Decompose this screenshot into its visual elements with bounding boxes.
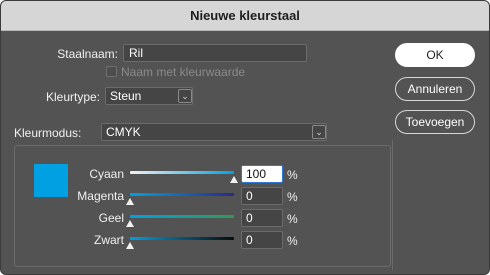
channel-label: Cyaan [89, 167, 124, 181]
cyaan-slider-track[interactable] [130, 171, 234, 174]
color-mode-value: CMYK [106, 125, 141, 139]
color-type-select[interactable]: Steun ⌄ [105, 87, 193, 105]
magenta-slider-track[interactable] [130, 193, 234, 196]
geel-slider-track[interactable] [130, 215, 234, 218]
swatch-name-input[interactable]: Ril [123, 44, 307, 62]
name-with-value-label: Naam met kleurwaarde [121, 65, 246, 79]
chevron-down-icon: ⌄ [178, 89, 192, 103]
divider [392, 140, 393, 270]
color-type-value: Steun [110, 89, 142, 103]
percent-sign: % [287, 234, 298, 248]
zwart-slider-thumb[interactable] [126, 242, 134, 249]
cyaan-value-input[interactable]: 100 [241, 165, 283, 183]
add-button[interactable]: Toevoegen [395, 110, 475, 134]
magenta-slider-thumb[interactable] [126, 198, 134, 205]
color-type-label: Kleurtype: [45, 90, 100, 104]
new-swatch-dialog: Nieuwe kleurstaal Staalnaam: Ril Naam me… [0, 0, 490, 275]
percent-sign: % [287, 168, 298, 182]
channel-label: Zwart [94, 233, 124, 247]
cancel-button[interactable]: Annuleren [395, 77, 475, 101]
channel-label: Magenta [77, 189, 124, 203]
dialog-title: Nieuwe kleurstaal [1, 1, 489, 31]
cyaan-slider-thumb[interactable] [230, 176, 238, 183]
ok-button[interactable]: OK [395, 43, 475, 67]
chevron-down-icon: ⌄ [312, 125, 326, 139]
percent-sign: % [287, 212, 298, 226]
percent-sign: % [287, 190, 298, 204]
color-mode-select[interactable]: CMYK ⌄ [101, 123, 327, 141]
channel-label: Geel [98, 211, 124, 225]
zwart-slider-track[interactable] [130, 237, 234, 240]
zwart-value-input[interactable]: 0 [241, 231, 283, 249]
geel-value-input[interactable]: 0 [241, 209, 283, 227]
color-panel [14, 145, 391, 267]
geel-slider-thumb[interactable] [126, 220, 134, 227]
swatch-name-label: Staalnaam: [57, 47, 118, 61]
name-with-value-checkbox[interactable] [106, 66, 117, 77]
color-mode-label: Kleurmodus: [14, 126, 82, 140]
magenta-value-input[interactable]: 0 [241, 187, 283, 205]
color-swatch-preview [34, 164, 68, 197]
